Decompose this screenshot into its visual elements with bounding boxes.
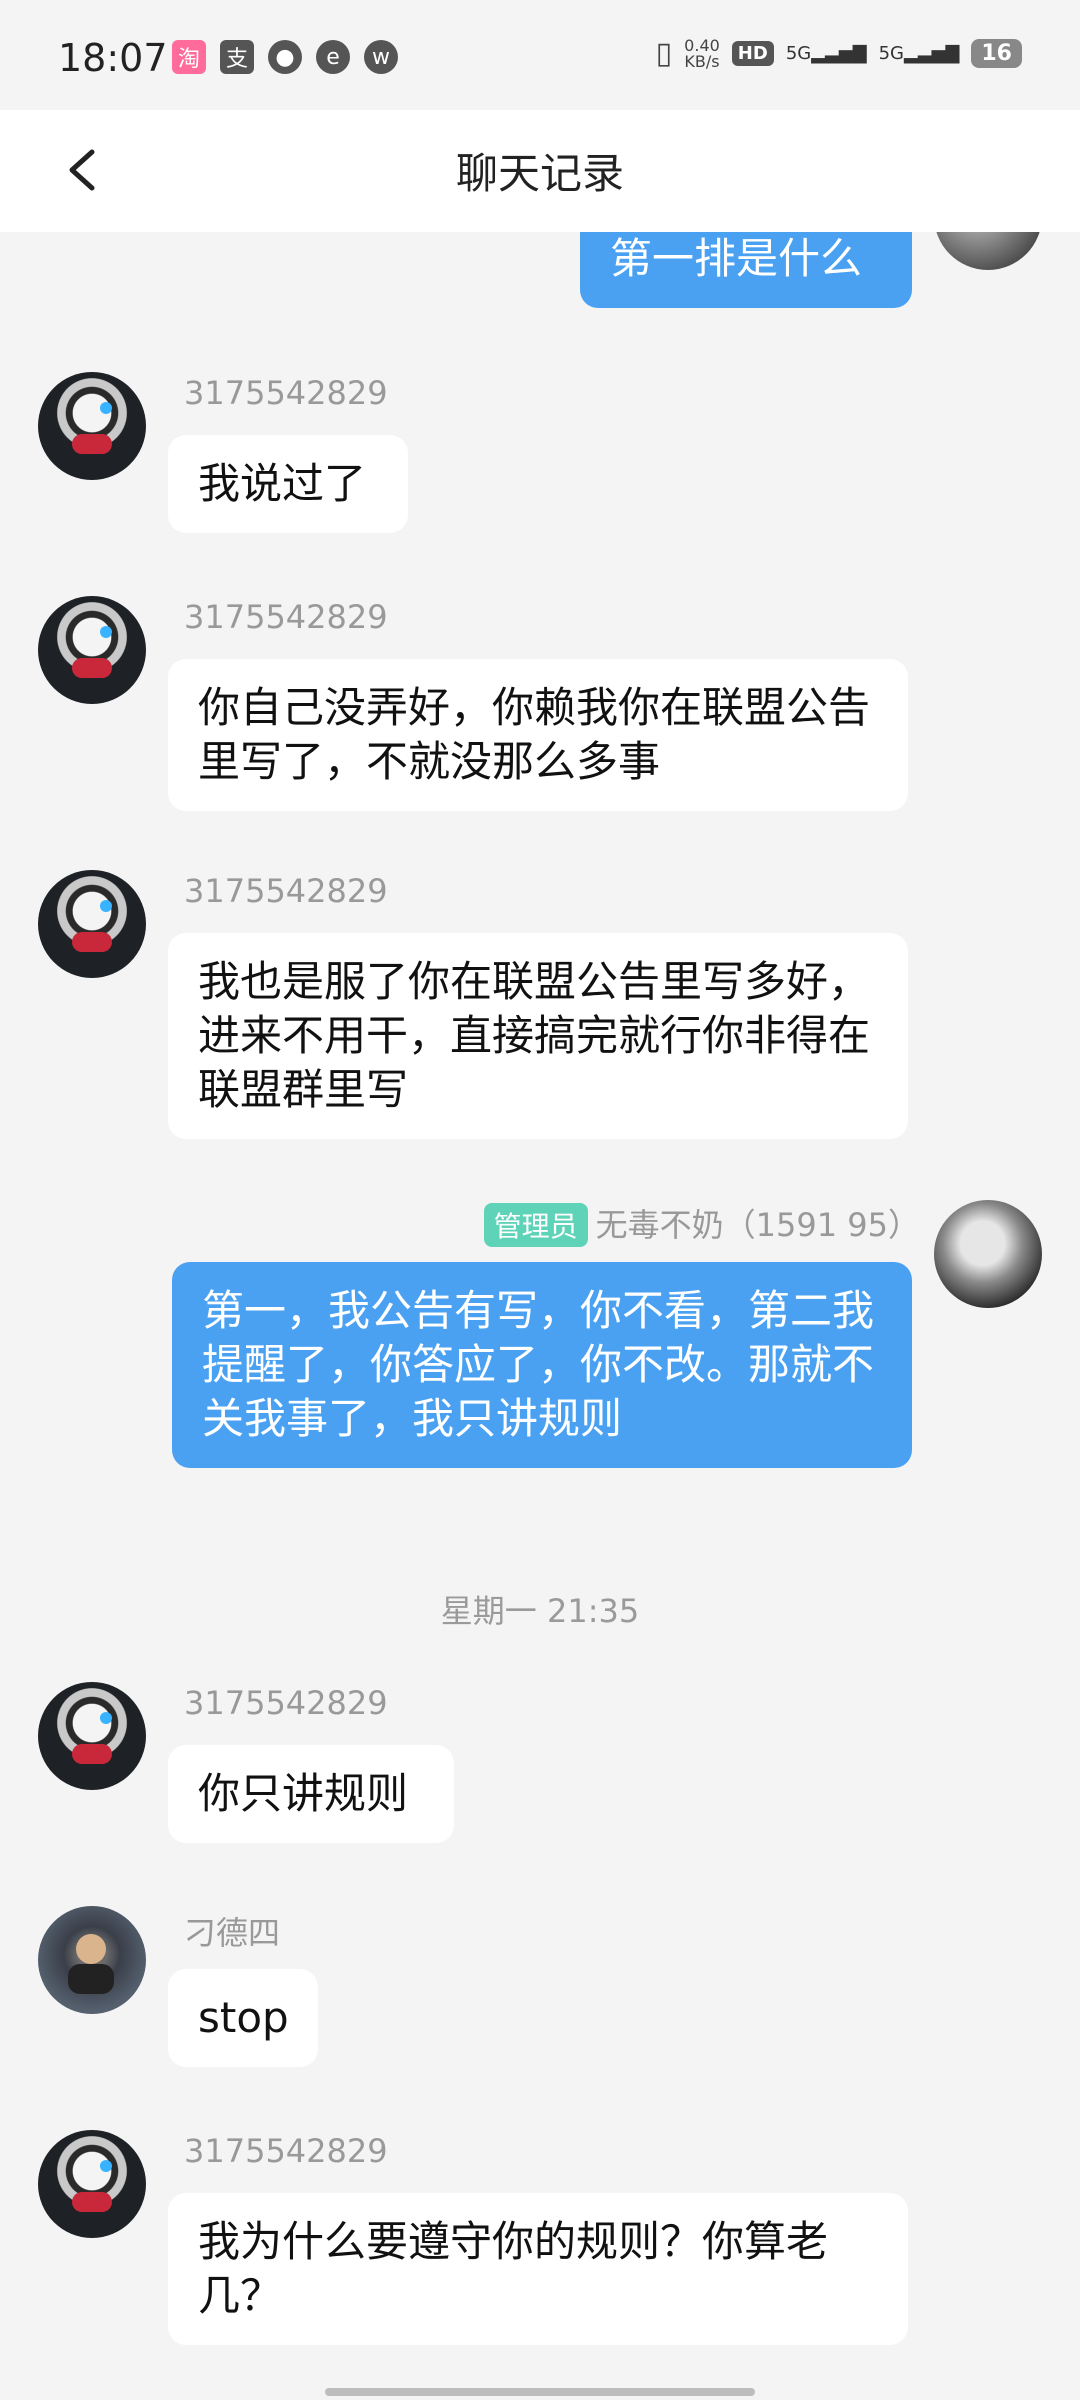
sender-avatar[interactable] <box>38 1682 146 1790</box>
incoming-message-bubble[interactable]: stop <box>168 1969 318 2067</box>
sender-name: 3175542829 <box>184 374 388 412</box>
system-indicators: ▯ 0.40 KB/s HD 5G▂▃▅▇ 5G▂▃▅▇ 16 <box>656 36 1022 71</box>
hd-icon: HD <box>731 41 774 66</box>
incoming-message-bubble[interactable]: 我也是服了你在联盟公告里写多好，进来不用干，直接搞完就行你非得在联盟群里写 <box>168 933 908 1139</box>
incoming-message-bubble[interactable]: 我说过了 <box>168 435 408 533</box>
incoming-message-bubble[interactable]: 你只讲规则 <box>168 1745 454 1843</box>
my-name-line: 管理员 无毒不奶（1591 95） <box>483 1200 920 1247</box>
message-icon: ● <box>268 40 302 74</box>
sender-avatar[interactable] <box>38 1906 146 2014</box>
battery-icon: 16 <box>971 39 1022 68</box>
sender-name: 刁德四 <box>184 1914 281 1952</box>
sim1-label: 5G <box>785 43 812 64</box>
netease-icon: e <box>316 40 350 74</box>
taobao-icon: 淘 <box>172 40 206 74</box>
incoming-message-bubble[interactable]: 我为什么要遵守你的规则？你算老几？ <box>168 2193 908 2345</box>
sender-name: 3175542829 <box>184 2132 388 2170</box>
page-title: 聊天记录 <box>455 149 624 198</box>
status-time: 18:07 <box>58 36 168 80</box>
sender-name: 3175542829 <box>184 1684 388 1722</box>
my-nickname: 无毒不奶（1591 95） <box>595 1206 920 1244</box>
outgoing-message-bubble[interactable]: 第一排是什么 <box>580 232 912 308</box>
my-avatar[interactable] <box>934 232 1042 270</box>
sender-name: 3175542829 <box>184 872 388 910</box>
sender-avatar[interactable] <box>38 870 146 978</box>
status-bar: 18:07 淘 支 ● e w ▯ 0.40 KB/s HD 5G▂▃▅▇ 5G… <box>0 0 1080 120</box>
vibrate-icon: ▯ <box>655 36 673 71</box>
sim2-label: 5G <box>878 43 904 64</box>
net-speed-unit: KB/s <box>684 51 720 71</box>
chat-history[interactable]: 第一排是什么 3175542829 我说过了 3175542829 你自己没弄好… <box>0 232 1080 2400</box>
net-speed: 0.40 KB/s <box>684 37 720 71</box>
admin-badge: 管理员 <box>483 1203 588 1247</box>
signal-sim1-icon: 5G▂▃▅▇ <box>785 43 867 64</box>
time-divider: 星期一 21:35 <box>440 1592 640 1630</box>
header-bar: 聊天记录 <box>0 110 1080 232</box>
sender-avatar[interactable] <box>38 372 146 480</box>
alipay-icon: 支 <box>220 40 254 74</box>
signal-sim2-icon: 5G▂▃▅▇ <box>878 43 960 64</box>
weibo-icon: w <box>364 40 398 74</box>
home-indicator[interactable] <box>325 2388 755 2396</box>
sender-name: 3175542829 <box>184 598 388 636</box>
incoming-message-bubble[interactable]: 你自己没弄好，你赖我你在联盟公告里写了，不就没那么多事 <box>168 659 908 811</box>
my-avatar[interactable] <box>934 1200 1042 1308</box>
outgoing-message-bubble[interactable]: 第一，我公告有写，你不看，第二我提醒了，你答应了，你不改。那就不关我事了，我只讲… <box>172 1262 912 1468</box>
sender-avatar[interactable] <box>38 2130 146 2238</box>
notification-icons: 淘 支 ● e w <box>172 40 398 74</box>
sender-avatar[interactable] <box>38 596 146 704</box>
